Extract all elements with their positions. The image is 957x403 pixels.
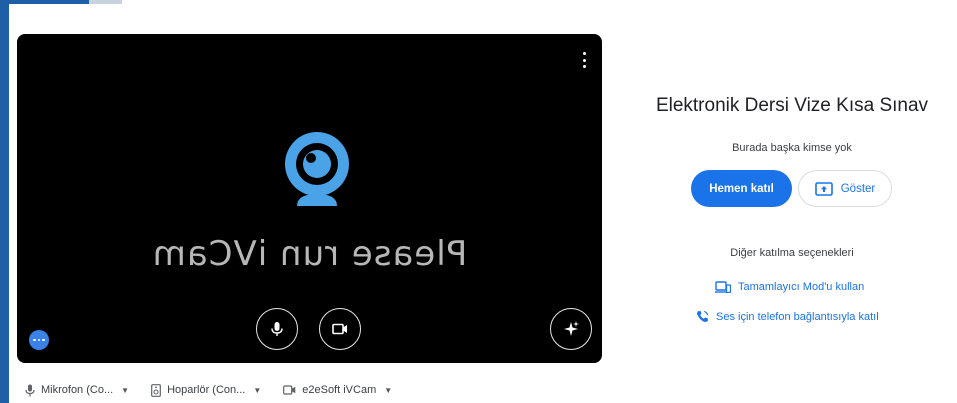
camera-preview: Please run iVCam	[17, 34, 602, 363]
microphone-icon	[271, 322, 283, 336]
video-camera-icon	[283, 385, 296, 395]
speaker-selector-label: Hoparlör (Con...	[167, 384, 246, 396]
companion-devices-icon	[715, 281, 731, 293]
device-selector-bar: Mikrofon (Co... ▼ Hoparlör (Con... ▼ e2e…	[25, 381, 392, 399]
companion-mode-link[interactable]: Tamamlayıcı Mod'u kullan	[715, 281, 864, 293]
join-now-button[interactable]: Hemen katıl	[691, 170, 792, 207]
present-screen-icon	[814, 181, 833, 196]
speaker-selector[interactable]: Hoparlör (Con... ▼	[151, 383, 262, 397]
camera-selector[interactable]: e2eSoft iVCam ▼	[283, 384, 392, 396]
present-button[interactable]: Göster	[798, 170, 892, 207]
chevron-down-icon: ▼	[384, 385, 393, 395]
meeting-title: Elektronik Dersi Vize Kısa Sınav	[655, 95, 929, 116]
more-horiz-icon[interactable]	[29, 330, 49, 350]
window-left-border	[0, 0, 9, 403]
present-button-label: Göster	[840, 182, 876, 195]
microphone-selector[interactable]: Mikrofon (Co... ▼	[25, 384, 129, 397]
participants-status: Burada başka kimse yok	[732, 142, 852, 154]
companion-mode-label: Tamamlayıcı Mod'u kullan	[738, 281, 865, 293]
microphone-icon	[25, 384, 35, 396]
sparkle-effects-icon	[564, 321, 579, 336]
phone-call-icon	[697, 310, 709, 322]
camera-message: Please run iVCam	[151, 234, 468, 274]
camera-selector-label: e2eSoft iVCam	[302, 384, 377, 396]
ivcam-logo-icon	[285, 132, 349, 206]
video-camera-icon	[332, 323, 347, 335]
speaker-icon	[151, 383, 161, 397]
phone-audio-link[interactable]: Ses için telefon bağlantısıyla katıl	[696, 310, 879, 323]
microphone-toggle-button[interactable]	[256, 308, 298, 350]
more-vert-icon[interactable]	[580, 52, 588, 68]
chevron-down-icon: ▼	[121, 385, 130, 395]
phone-audio-label: Ses için telefon bağlantısıyla katıl	[716, 310, 879, 323]
camera-toggle-button[interactable]	[319, 308, 361, 350]
microphone-selector-label: Mikrofon (Co...	[41, 384, 114, 396]
window-top-strip	[9, 0, 122, 4]
chevron-down-icon: ▼	[253, 385, 262, 395]
visual-effects-button[interactable]	[550, 308, 592, 350]
other-join-options-heading: Diğer katılma seçenekleri	[730, 247, 854, 259]
